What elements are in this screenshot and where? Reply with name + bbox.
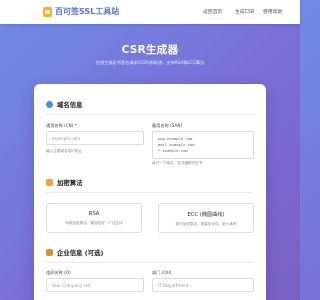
san-textarea[interactable]: www.example.com mail.example.com *.examp… bbox=[152, 131, 254, 159]
csr-form-card: 域名信息 通用名称 (CN) * example.com 输入主要域名或IP地址… bbox=[34, 84, 266, 300]
top-nav: 百可签SSL工具站 返回首页 生成CSR 使用帮助 bbox=[0, 0, 300, 24]
org-name-input[interactable]: Your Company Ltd bbox=[46, 278, 144, 292]
algorithm-name: RSA bbox=[88, 211, 100, 217]
algorithm-section-header: 加密算法 bbox=[46, 178, 83, 187]
san-hint: 每行一个域名，支持通配符证书 bbox=[152, 161, 203, 165]
page-subtitle: 在线生成证书签名请求(CSR)和私钥，支持RSA和ECC算法 bbox=[95, 60, 205, 65]
common-name-label: 通用名称 (CN) * bbox=[46, 123, 77, 128]
algorithm-desc: 传统加密算法，兼容性好，广泛支持 bbox=[65, 221, 123, 225]
org-section-header: 企业信息 (可选) bbox=[46, 248, 103, 257]
org-unit-label: 部门 (OU) bbox=[152, 270, 172, 275]
divider bbox=[46, 192, 254, 193]
common-name-hint: 输入主要域名或IP地址 bbox=[46, 149, 82, 153]
san-line: *.example.com bbox=[158, 148, 188, 153]
san-label: 备用名称 (SAN) bbox=[152, 123, 183, 128]
nav-link-help[interactable]: 使用帮助 bbox=[263, 8, 282, 15]
page-title: CSR生成器 bbox=[121, 44, 179, 56]
domain-section-title: 域名信息 bbox=[57, 101, 83, 109]
common-name-input[interactable]: example.com bbox=[46, 131, 144, 145]
globe-icon bbox=[46, 101, 53, 108]
algorithm-section-title: 加密算法 bbox=[57, 179, 83, 187]
algorithm-option-rsa[interactable]: RSA 传统加密算法，兼容性好，广泛支持 bbox=[46, 203, 142, 233]
algorithm-name: ECC (椭圆曲线) bbox=[187, 212, 225, 218]
nav-link-home[interactable]: 返回首页 bbox=[203, 8, 222, 15]
org-unit-input[interactable]: IT Department bbox=[152, 278, 254, 292]
algorithm-option-ecc[interactable]: ECC (椭圆曲线) 现代加密算法，更高安全性，更小体积 bbox=[158, 203, 254, 233]
building-icon bbox=[46, 249, 53, 256]
lock-icon bbox=[46, 179, 53, 186]
org-name-label: 组织名称 (O) bbox=[46, 270, 71, 275]
org-section-title: 企业信息 (可选) bbox=[57, 249, 104, 257]
divider bbox=[46, 114, 254, 115]
algorithm-desc: 现代加密算法，更高安全性，更小体积 bbox=[175, 222, 237, 226]
domain-section-header: 域名信息 bbox=[46, 100, 83, 109]
nav-links: 返回首页 生成CSR 使用帮助 bbox=[0, 8, 300, 16]
divider bbox=[46, 262, 254, 263]
nav-link-generate-csr[interactable]: 生成CSR bbox=[235, 8, 254, 15]
